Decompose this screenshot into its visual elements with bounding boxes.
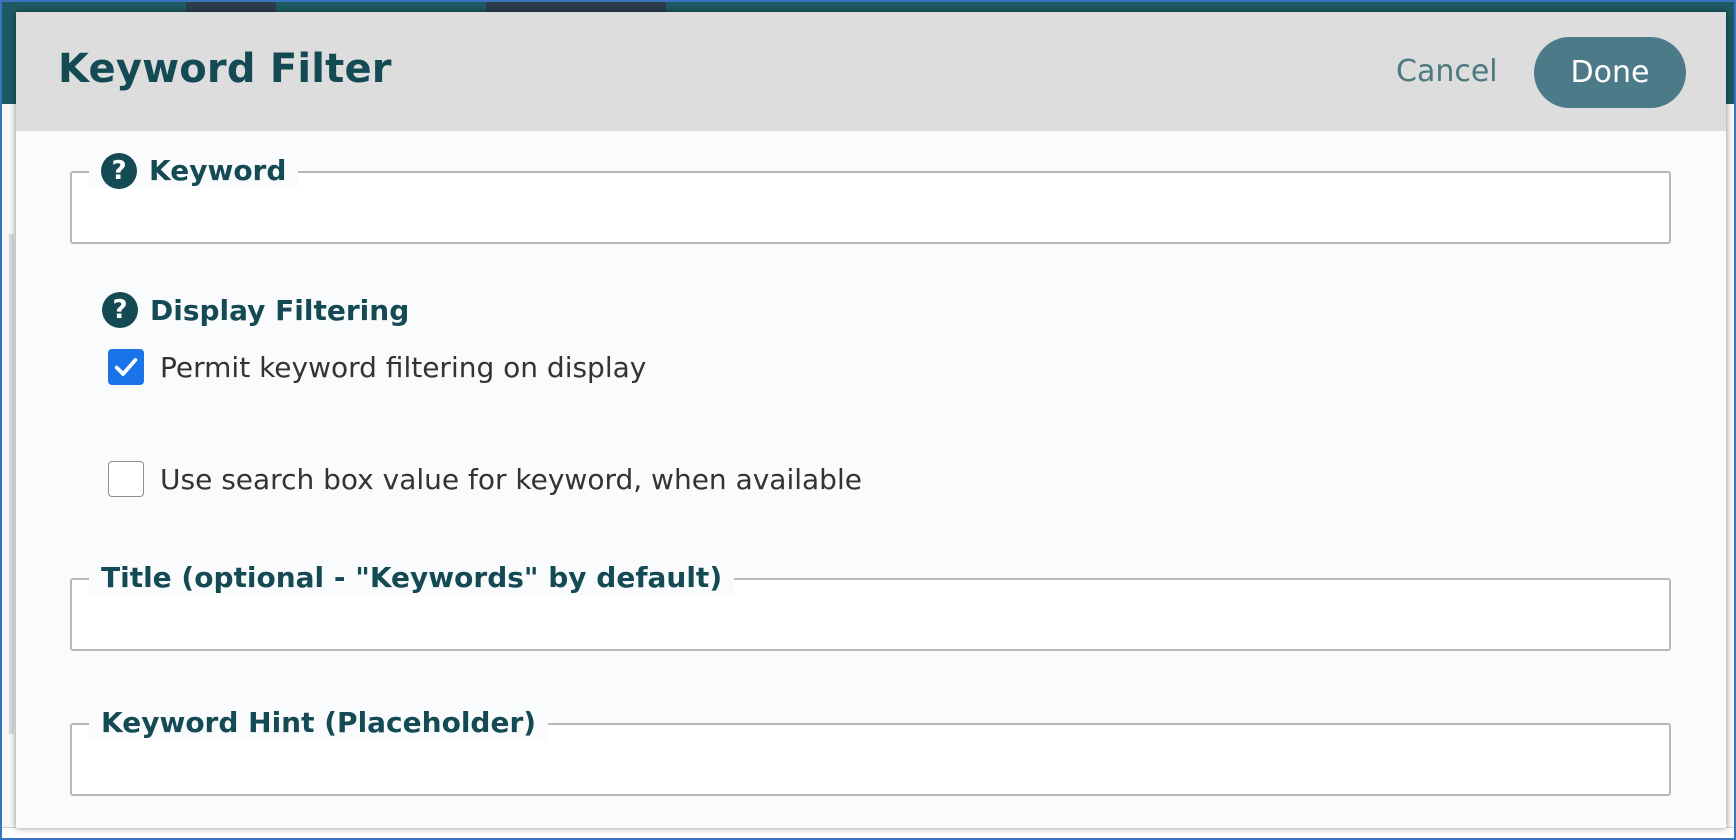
checkmark-icon bbox=[114, 358, 138, 376]
permit-filtering-label: Permit keyword filtering on display bbox=[160, 350, 647, 384]
title-legend: Title (optional - "Keywords" by default) bbox=[89, 560, 735, 596]
use-search-box-checkbox[interactable] bbox=[108, 461, 144, 497]
keyword-hint-label: Keyword Hint (Placeholder) bbox=[101, 706, 537, 739]
permit-filtering-option[interactable]: Permit keyword filtering on display bbox=[108, 349, 646, 385]
display-filtering-heading: ? Display Filtering bbox=[102, 292, 409, 328]
background-left-panel bbox=[0, 104, 17, 840]
cancel-button[interactable]: Cancel bbox=[1396, 54, 1498, 89]
question-circle-icon[interactable]: ? bbox=[102, 292, 138, 328]
background-right-panel bbox=[1728, 104, 1736, 840]
done-button[interactable]: Done bbox=[1534, 37, 1686, 108]
keyword-legend: ? Keyword bbox=[89, 153, 299, 189]
keyword-label: Keyword bbox=[149, 154, 287, 187]
dialog-header: Keyword Filter Cancel Done bbox=[16, 12, 1726, 131]
dialog-title: Keyword Filter bbox=[58, 46, 392, 92]
keyword-filter-dialog: Keyword Filter Cancel Done ? Keyword ? D… bbox=[16, 12, 1726, 828]
use-search-box-label: Use search box value for keyword, when a… bbox=[160, 462, 862, 496]
background-table-row bbox=[0, 827, 1736, 840]
keyword-hint-fieldset: Keyword Hint (Placeholder) bbox=[70, 705, 1671, 796]
display-filtering-label: Display Filtering bbox=[150, 293, 410, 327]
question-circle-icon[interactable]: ? bbox=[101, 153, 137, 189]
title-input[interactable] bbox=[84, 594, 1658, 636]
keyword-hint-legend: Keyword Hint (Placeholder) bbox=[89, 705, 549, 741]
keyword-input[interactable] bbox=[84, 187, 1658, 229]
title-fieldset: Title (optional - "Keywords" by default) bbox=[70, 560, 1671, 651]
keyword-hint-input[interactable] bbox=[84, 739, 1658, 781]
keyword-fieldset: ? Keyword bbox=[70, 153, 1671, 244]
title-label: Title (optional - "Keywords" by default) bbox=[101, 561, 723, 594]
permit-filtering-checkbox[interactable] bbox=[108, 349, 144, 385]
use-search-box-option[interactable]: Use search box value for keyword, when a… bbox=[108, 461, 862, 497]
